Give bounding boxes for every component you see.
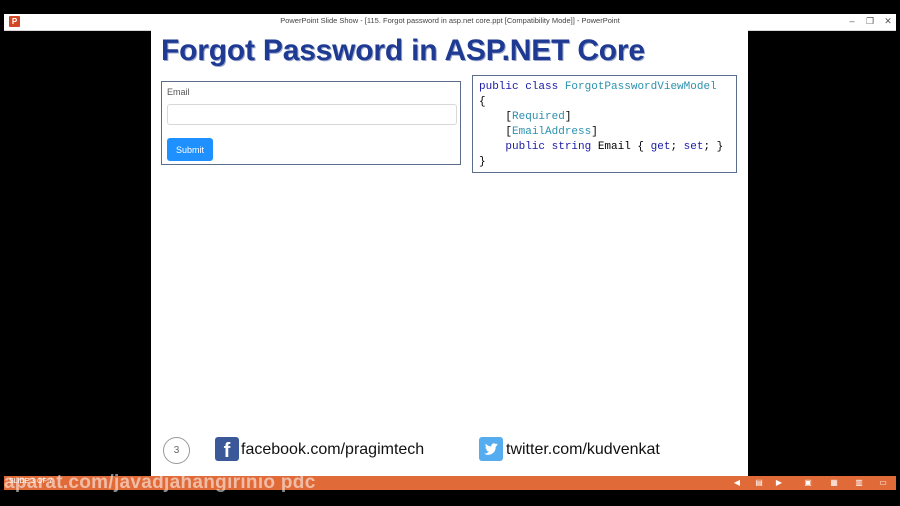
email-field[interactable] — [167, 104, 457, 125]
slide-sorter-icon[interactable]: ▦ — [828, 478, 840, 488]
code-bracket: [ — [479, 111, 513, 123]
slide-page-number: 3 — [163, 437, 190, 464]
minimize-button[interactable]: – — [844, 15, 860, 28]
watermark: aparat.com/javadjahangirinio pdc — [4, 472, 316, 493]
code-keyword: public class — [479, 81, 565, 93]
code-punct: ; } — [703, 141, 724, 153]
code-property: Email { — [597, 141, 651, 153]
next-slide-icon[interactable]: ▶ — [773, 478, 785, 488]
slide: Forgot Password in ASP.NET Core Email Su… — [151, 30, 748, 476]
slide-title: Forgot Password in ASP.NET Core — [161, 34, 645, 67]
restore-button[interactable]: ❐ — [862, 15, 878, 28]
forgot-password-form: Email Submit — [161, 81, 461, 165]
code-bracket: [ — [479, 126, 513, 138]
submit-button[interactable]: Submit — [167, 138, 213, 161]
code-attribute-emailaddress: EmailAddress — [512, 126, 592, 138]
slideshow-icon[interactable]: ▭ — [877, 478, 889, 488]
code-class-name: ForgotPasswordViewModel — [564, 81, 717, 93]
twitter-icon — [479, 437, 503, 461]
facebook-link: facebook.com/pragimtech — [241, 441, 425, 458]
code-keyword-get: get — [650, 141, 671, 153]
code-keyword-set: set — [683, 141, 704, 153]
code-punct: ; — [670, 141, 684, 153]
twitter-link: twitter.com/kudvenkat — [506, 441, 660, 458]
code-brace-close: } — [479, 156, 486, 168]
facebook-icon: f — [215, 437, 239, 462]
code-snippet: public class ForgotPasswordViewModel { [… — [472, 75, 737, 173]
email-label: Email — [167, 87, 190, 97]
code-keyword: public string — [505, 141, 598, 153]
normal-view-icon[interactable]: ▣ — [802, 478, 814, 488]
code-attribute-required: Required — [512, 111, 565, 123]
code-bracket: ] — [591, 126, 598, 138]
code-bracket: ] — [564, 111, 572, 123]
previous-slide-icon[interactable]: ◀ — [731, 478, 743, 488]
slide-menu-icon[interactable]: ▤ — [753, 478, 765, 488]
window-title: PowerPoint Slide Show - [115. Forgot pas… — [280, 16, 620, 25]
code-brace-open: { — [479, 96, 486, 108]
close-button[interactable]: ✕ — [880, 15, 896, 28]
reading-view-icon[interactable]: ▥ — [853, 478, 865, 488]
window-title-bar: P PowerPoint Slide Show - [115. Forgot p… — [4, 14, 896, 31]
